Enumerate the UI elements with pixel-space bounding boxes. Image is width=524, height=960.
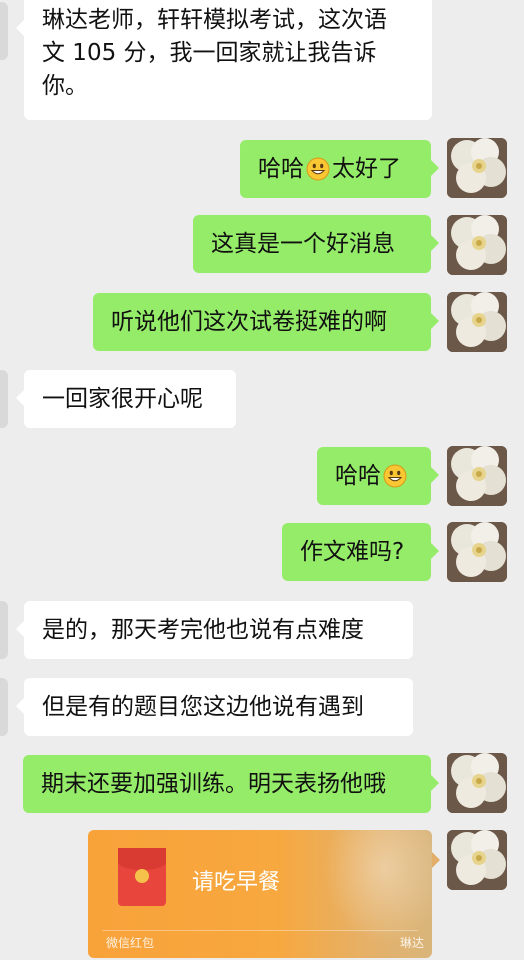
message-bubble-incoming[interactable]: 是的，那天考完他也说有点难度 <box>16 601 413 659</box>
message-text: 是的，那天考完他也说有点难度 <box>42 616 364 643</box>
message-text: 作文难吗? <box>300 538 405 565</box>
message-text: 太好了 <box>332 155 401 182</box>
contact-avatar[interactable] <box>0 370 8 428</box>
user-avatar[interactable] <box>447 446 507 506</box>
message-line: 琳达老师，轩轩模拟考试，这次语 <box>42 7 387 33</box>
message-text: 期末还要加强训练。明天表扬他哦 <box>41 770 386 797</box>
user-avatar[interactable] <box>447 522 507 582</box>
red-packet-tail <box>432 852 440 868</box>
message-text: 但是有的题目您这边他说有遇到 <box>42 693 364 720</box>
message-text: 哈哈 <box>258 155 304 182</box>
smile-emoji-icon <box>306 157 330 181</box>
message-bubble-incoming[interactable]: 一回家很开心呢 <box>16 370 236 428</box>
contact-avatar[interactable] <box>0 678 8 736</box>
message-bubble-incoming[interactable]: 琳达老师，轩轩模拟考试，这次语 文 105 分，我一回家就让我告诉 你。 <box>16 0 432 120</box>
flower-avatar-icon <box>447 446 507 506</box>
red-packet-sender: 琳达 <box>399 936 424 950</box>
message-bubble-outgoing[interactable]: 听说他们这次试卷挺难的啊 <box>93 293 439 351</box>
red-envelope-icon <box>118 848 166 906</box>
user-avatar[interactable] <box>447 830 507 890</box>
flower-avatar-icon <box>447 292 507 352</box>
flower-avatar-icon <box>447 830 507 890</box>
red-packet-label: 微信红包 <box>106 936 155 950</box>
flower-avatar-icon <box>447 522 507 582</box>
message-bubble-outgoing[interactable]: 这真是一个好消息 <box>193 215 439 273</box>
smile-emoji-icon <box>383 464 407 488</box>
message-bubble-outgoing[interactable]: 期末还要加强训练。明天表扬他哦 <box>23 755 439 813</box>
message-bubble-outgoing[interactable]: 作文难吗? <box>282 523 439 581</box>
message-line: 文 105 分，我一回家就让我告诉 <box>42 40 377 66</box>
message-bubble-outgoing[interactable]: 哈哈 太好了 <box>240 140 439 198</box>
contact-avatar[interactable] <box>0 601 8 659</box>
message-bubble-incoming[interactable]: 但是有的题目您这边他说有遇到 <box>16 678 413 736</box>
message-bubble-outgoing[interactable]: 哈哈 <box>317 447 439 505</box>
user-avatar[interactable] <box>447 292 507 352</box>
message-text: 哈哈 <box>335 462 381 489</box>
red-packet-card[interactable]: 请吃早餐 微信红包 琳达 <box>88 830 432 958</box>
message-text: 听说他们这次试卷挺难的啊 <box>111 308 387 335</box>
contact-avatar[interactable] <box>0 2 8 60</box>
user-avatar[interactable] <box>447 215 507 275</box>
message-text: 这真是一个好消息 <box>211 230 395 257</box>
red-packet-title: 请吃早餐 <box>192 870 281 895</box>
user-avatar[interactable] <box>447 753 507 813</box>
flower-avatar-icon <box>447 215 507 275</box>
user-avatar[interactable] <box>447 138 507 198</box>
flower-avatar-icon <box>447 753 507 813</box>
flower-avatar-icon <box>447 138 507 198</box>
message-line: 你。 <box>42 73 88 99</box>
message-text: 一回家很开心呢 <box>42 385 203 412</box>
red-packet-divider <box>102 930 418 931</box>
